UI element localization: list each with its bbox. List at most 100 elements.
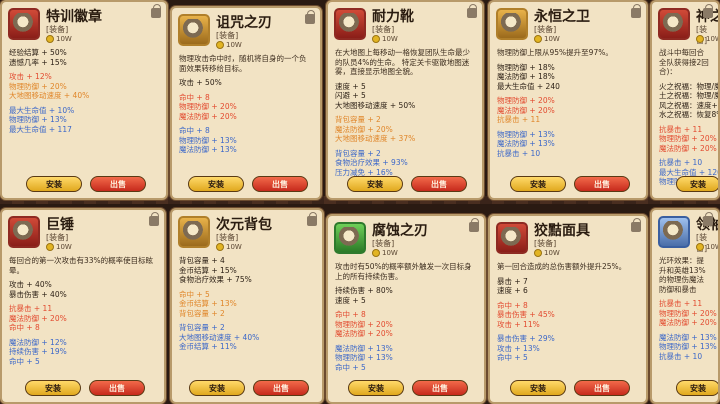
equip-button[interactable]: 安装 [348, 380, 404, 396]
stat-line: 魔法防御 + 13% [497, 139, 555, 148]
stat-line: 物理防御 + 13% [9, 115, 67, 124]
stat-line: 暴击 + 7 [497, 276, 528, 286]
card-header: 永恒之卫 [装备] 10W [490, 2, 646, 48]
lock-icon[interactable] [703, 212, 713, 226]
item-description: 攻击时有50%的概率额外触发一次目标身上的所有持续伤害。 [335, 262, 472, 281]
lock-icon[interactable] [469, 218, 479, 232]
item-name: 永恒之卫 [534, 9, 590, 25]
equip-button[interactable]: 安装 [676, 176, 718, 192]
card-header: 诅咒之刃 [装备] 10W [172, 8, 320, 54]
stat-line: 最大生命值 + 117 [9, 124, 72, 134]
coin-icon [216, 41, 224, 49]
equip-button[interactable]: 安装 [676, 380, 718, 396]
stat-line: 命中 + 8 [497, 300, 528, 310]
item-stats: 物理攻击命中时，随机将自身的一个负面效果转移给目标。 攻击 + 50% 命中 + 8… [172, 54, 320, 155]
equipment-icon [178, 216, 210, 248]
item-price: 10W [216, 41, 242, 49]
equip-button[interactable]: 安装 [347, 176, 403, 192]
stat-line: 攻击 + 40% [9, 280, 52, 289]
item-type-tag: [装备] [46, 25, 69, 34]
lock-icon[interactable] [151, 4, 161, 18]
item-description: 光环效果：提升和英雄13%的物理伤魔法防御和暴击 [659, 256, 706, 294]
stat-line: 暴击伤害 + 29% [497, 334, 555, 343]
stat-line: 物理防御 + 13% [335, 353, 393, 362]
item-type-tag: [装备] [372, 239, 395, 248]
lock-icon[interactable] [703, 4, 713, 18]
equip-button[interactable]: 安装 [510, 176, 566, 192]
lock-icon[interactable] [631, 4, 641, 18]
equipment-card: 领袖[装备]10W光环效果：提升和英雄13%的物理伤魔法防御和暴击抗暴击 + 1… [650, 208, 720, 404]
stat-line: 命中 + 5 [335, 362, 366, 372]
item-stats: 在大地图上每移动一格恢复团队生命最少的队员4%的生命。 特定关卡驱散地图迷雾，直… [328, 48, 482, 177]
item-glyph-icon [183, 221, 205, 243]
item-description: 物理攻击命中时，随机将自身的一个负面效果转移给目标。 [179, 54, 307, 73]
equip-button[interactable]: 安装 [510, 380, 566, 396]
stat-line: 大地图移动速度 + 40% [9, 91, 90, 100]
stat-line: 经验结算 + 50% [9, 48, 67, 57]
equipment-card: 耐力靴 [装备] 10W 在大地图上每移动一格恢复团队生命最少的队员4%的生命。 特定… [326, 0, 484, 200]
coin-icon [534, 249, 542, 257]
stat-line: 魔法防御 + 20% [179, 111, 237, 121]
equip-button[interactable]: 安装 [25, 380, 81, 396]
stat-line: 抗暴击 + 10 [659, 158, 703, 167]
stat-line: 速度 + 6 [497, 286, 528, 295]
equipment-icon [496, 222, 528, 254]
stat-line: 最大生命值 + 240 [497, 81, 560, 91]
lock-icon[interactable] [149, 212, 159, 226]
card-header: 领袖[装备]10W [652, 210, 718, 256]
price-value: 10W [706, 35, 718, 43]
sell-button[interactable]: 出售 [253, 380, 309, 396]
stat-line: 金币结算 + 13% [179, 299, 237, 308]
sell-button[interactable]: 出售 [252, 176, 308, 192]
sell-button[interactable]: 出售 [89, 380, 145, 396]
card-header: 神之[装备]10W [652, 2, 718, 48]
stat-line: 遗憾几率 + 15% [9, 57, 67, 67]
stat-line: 攻击 + 11% [497, 319, 540, 329]
sell-button[interactable]: 出售 [90, 176, 146, 192]
item-glyph-icon [501, 227, 523, 249]
equipment-icon [334, 222, 366, 254]
stat-line: 速度 + 5 [335, 295, 366, 305]
card-header: 狡黠面具 [装备] 10W [490, 216, 646, 262]
sell-button[interactable]: 出售 [574, 176, 630, 192]
item-price: 10W [216, 243, 242, 251]
card-header: 次元背包 [装备] 10W [172, 210, 322, 256]
equip-button[interactable]: 安装 [188, 176, 244, 192]
sell-button[interactable]: 出售 [574, 380, 630, 396]
stat-line: 魔法防御 + 13% [335, 343, 393, 353]
lock-icon[interactable] [467, 4, 477, 18]
equip-button[interactable]: 安装 [26, 176, 82, 192]
equip-button[interactable]: 安装 [189, 380, 245, 396]
stat-line: 土之祝福：物理/魔 [659, 91, 720, 100]
stat-line: 物理防御 + 13% [659, 342, 717, 351]
stat-line: 魔法防御 + 20% [9, 313, 67, 323]
sell-button[interactable]: 出售 [411, 176, 467, 192]
lock-icon[interactable] [307, 212, 317, 226]
item-price: 10W [534, 35, 560, 43]
equipment-icon [334, 8, 366, 40]
stat-line: 物理防御 + 20% [659, 308, 717, 318]
price-value: 10W [226, 41, 242, 49]
stat-line: 最大生命值 + 10% [9, 105, 75, 115]
stat-line: 物理防御 + 18% [497, 62, 555, 72]
item-glyph-icon [13, 13, 35, 35]
stat-line: 物理防御 + 20% [179, 102, 237, 111]
stat-line: 魔法防御 + 12% [9, 337, 67, 347]
sell-button[interactable]: 出售 [412, 380, 468, 396]
lock-icon[interactable] [305, 10, 315, 24]
item-glyph-icon [13, 221, 35, 243]
item-stats: 攻击时有50%的概率额外触发一次目标身上的所有持续伤害。持续伤害 + 80% 速度… [328, 262, 484, 372]
item-name: 狡黠面具 [534, 223, 590, 239]
lock-icon[interactable] [631, 218, 641, 232]
item-price: 10W [372, 35, 398, 43]
stat-line: 大地图移动速度 + 40% [179, 332, 260, 342]
item-stats: 每回合的第一次攻击有33%的概率使目标眩晕。 攻击 + 40% 暴击伤害 + 40%… [2, 256, 164, 366]
coin-icon [372, 249, 380, 257]
price-value: 10W [544, 35, 560, 43]
stat-line: 魔法防御 + 20% [335, 124, 393, 134]
stat-line: 魔法防御 + 18% [497, 72, 555, 81]
card-header: 腐蚀之刃 [装备] 10W [328, 216, 484, 262]
item-price: 10W [372, 249, 398, 257]
stat-line: 持续伤害 + 80% [335, 286, 393, 295]
stat-line: 命中 + 8 [179, 126, 210, 135]
